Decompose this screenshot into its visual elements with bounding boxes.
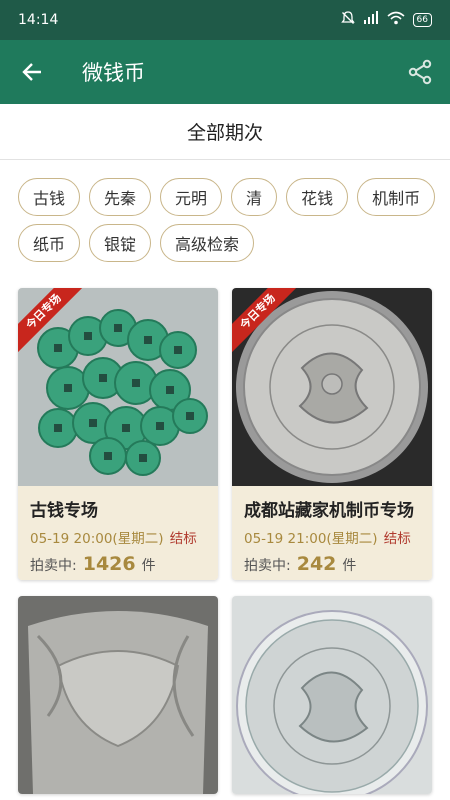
card-info: 古钱专场 05-19 20:00(星期二) 结标 拍卖中: 1426 件 [18,486,218,580]
auction-card[interactable]: 今日专场 古钱专场 05-19 20:00(星期二) 结标 拍卖中: 1426 … [18,288,218,580]
filter-chips: 古钱 先秦 元明 清 花钱 机制币 纸币 银锭 高级检索 [0,160,450,280]
count-unit: 件 [342,558,357,574]
filter-chip-xianqin[interactable]: 先秦 [89,178,152,216]
auction-count: 拍卖中: 1426 件 [30,553,206,575]
auction-time: 05-19 20:00(星期二) 结标 [30,527,206,547]
coin-image [18,596,218,794]
status-bar: 14:14 66 [0,0,450,40]
auction-status: 结标 [383,531,411,547]
page-title: 微钱币 [82,61,145,85]
auction-grid: 今日专场 古钱专场 05-19 20:00(星期二) 结标 拍卖中: 1426 … [0,280,450,800]
auction-name: 成都站藏家机制币专场 [244,501,414,521]
advanced-search-button[interactable]: 高级检索 [160,224,255,262]
filter-chip-yinding[interactable]: 银锭 [89,224,152,262]
mute-icon [340,11,355,29]
app-bar: 微钱币 [0,40,450,104]
count-label: 拍卖中: [30,558,77,574]
auction-card[interactable] [18,596,218,794]
auction-count: 拍卖中: 242 件 [244,553,420,575]
auction-name: 古钱专场 [30,501,98,521]
filter-chip-yuanming[interactable]: 元明 [160,178,223,216]
auction-datetime: 05-19 20:00(星期二) [30,531,164,547]
signal-icon [363,11,379,29]
card-info: 成都站藏家机制币专场 05-19 21:00(星期二) 结标 拍卖中: 242 … [232,486,432,580]
status-icons: 66 [340,11,432,29]
count-unit: 件 [141,558,156,574]
battery-icon: 66 [412,13,432,27]
auction-datetime: 05-19 21:00(星期二) [244,531,378,547]
auction-card[interactable] [232,596,432,794]
auction-time: 05-19 21:00(星期二) 结标 [244,527,420,547]
wifi-icon [387,11,405,29]
filter-chip-huaqian[interactable]: 花钱 [286,178,349,216]
coin-image: 今日专场 [232,288,432,486]
filter-chip-qing[interactable]: 清 [231,178,278,216]
auction-status: 结标 [169,531,197,547]
status-time: 14:14 [18,12,59,28]
back-button[interactable] [0,40,64,104]
section-header: 全部期次 [0,104,450,160]
arrow-left-icon [22,63,41,81]
share-button[interactable] [390,40,450,104]
filter-chip-zhibi[interactable]: 纸币 [18,224,81,262]
count-value: 242 [296,553,337,575]
filter-chip-guqian[interactable]: 古钱 [18,178,81,216]
auction-card[interactable]: 今日专场 成都站藏家机制币专场 05-19 21:00(星期二) 结标 拍卖中:… [232,288,432,580]
coin-image [232,596,432,794]
share-icon [408,59,432,85]
filter-chip-jizhibi[interactable]: 机制币 [357,178,436,216]
coin-image: 今日专场 [18,288,218,486]
count-label: 拍卖中: [244,558,291,574]
count-value: 1426 [82,553,136,575]
